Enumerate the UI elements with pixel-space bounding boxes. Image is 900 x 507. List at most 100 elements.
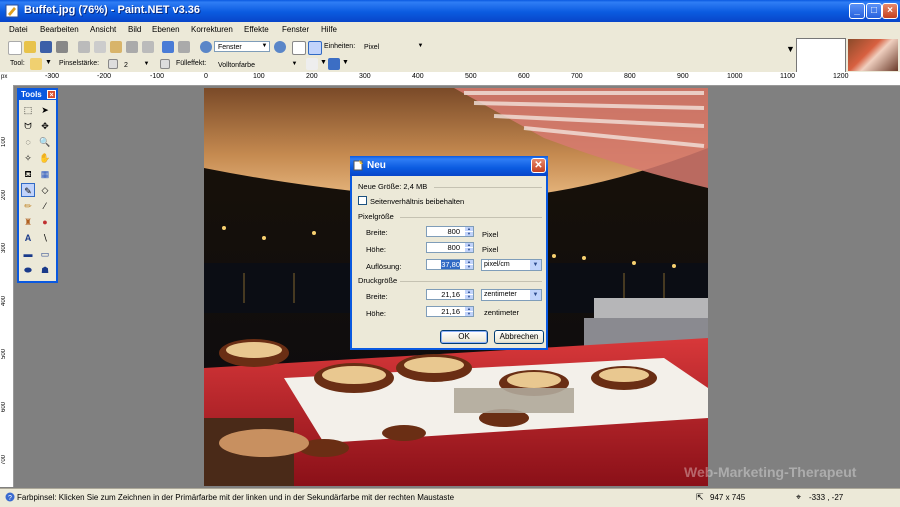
eraser-icon[interactable]: ◇ — [38, 183, 52, 197]
width-input[interactable]: 800 ▲ ▼ — [426, 226, 474, 237]
spin-down-icon[interactable]: ▼ — [465, 232, 473, 236]
brush-width-decrease-icon[interactable] — [108, 59, 118, 69]
pan-hand-icon[interactable]: ✋ — [38, 151, 52, 165]
ruler-label: 1100 — [780, 73, 796, 80]
rulers-icon[interactable] — [308, 41, 322, 55]
ruler-label: 300 — [359, 73, 371, 80]
tools-close-icon[interactable]: × — [47, 90, 56, 99]
image-size: 947 x 745 — [710, 493, 746, 502]
paintbrush-icon[interactable]: ✎ — [21, 183, 35, 197]
print-height-input[interactable]: 21,16 ▲ ▼ — [426, 306, 474, 317]
move-selection-icon[interactable]: ➤ — [38, 103, 52, 117]
chevron-down-icon: ▼ — [143, 61, 150, 67]
save-icon[interactable] — [40, 41, 52, 53]
text-tool-icon[interactable]: A — [21, 231, 35, 245]
dialog-title-bar: Neu ✕ — [350, 156, 548, 176]
clone-stamp-icon[interactable]: ♜ — [21, 215, 35, 229]
chevron-down-icon[interactable]: ▼ — [320, 59, 327, 66]
resolution-value: 37,80 — [441, 260, 460, 269]
menu-bild[interactable]: Bild — [128, 25, 141, 34]
ruler-label: 0 — [204, 73, 208, 80]
ellipse-select-icon[interactable]: ◌ — [21, 135, 35, 149]
ellipse-icon[interactable]: ⬬ — [21, 263, 35, 277]
crop-icon[interactable] — [126, 41, 138, 53]
brush-width-increase-icon[interactable] — [160, 59, 170, 69]
cancel-button[interactable]: Abbrechen — [494, 330, 544, 344]
maximize-button[interactable]: □ — [866, 3, 882, 19]
close-window-button[interactable]: × — [882, 3, 898, 19]
open-folder-icon[interactable] — [24, 41, 36, 53]
menu-fenster[interactable]: Fenster — [282, 25, 309, 34]
menu-bearbeiten[interactable]: Bearbeiten — [40, 25, 79, 34]
zoom-mode-select[interactable]: Fenster ▼ — [214, 41, 270, 52]
pin-icon[interactable]: ▼ — [786, 44, 795, 54]
resolution-unit-select[interactable]: pixel/cm ▼ — [481, 259, 542, 271]
color-picker-icon[interactable]: ⁄ — [38, 199, 52, 213]
cut-icon[interactable] — [78, 41, 90, 53]
ok-button[interactable]: OK — [440, 330, 488, 344]
cursor-position: -333 , -27 — [809, 493, 844, 502]
fill-select[interactable]: Vollton­farbe ▼ — [214, 59, 300, 70]
rectangle-select-icon[interactable]: ⬚ — [21, 103, 35, 117]
print-unit-select[interactable]: zentimeter ▼ — [481, 289, 542, 301]
freeform-shape-icon[interactable]: ☗ — [38, 263, 52, 277]
height-input[interactable]: 800 ▲ ▼ — [426, 242, 474, 253]
keep-ratio-checkbox[interactable] — [358, 196, 367, 205]
ruler-label: 600 — [1, 402, 7, 413]
tools-window-header: Tools × — [19, 90, 56, 100]
spin-down-icon[interactable]: ▼ — [465, 248, 473, 252]
magic-wand-icon[interactable]: ✧ — [21, 151, 35, 165]
zoom-in-icon[interactable] — [274, 41, 286, 53]
chevron-down-icon[interactable]: ▼ — [45, 59, 52, 66]
chevron-down-icon: ▼ — [530, 290, 541, 300]
menu-datei[interactable]: Datei — [9, 25, 28, 34]
recolor-icon[interactable]: ● — [38, 215, 52, 229]
paint-bucket-icon[interactable]: ⛾ — [21, 167, 35, 181]
resolution-input[interactable]: 37,80 ▲ ▼ — [426, 259, 474, 270]
gradient-icon[interactable]: ▦ — [38, 167, 52, 181]
watermark: Web-Marketing-Therapeut — [684, 464, 857, 480]
grid-icon[interactable] — [292, 41, 306, 55]
zoom-tool-icon[interactable]: 🔍 — [38, 135, 52, 149]
tools-window: Tools × ⬚ ➤ ᗢ ✥ ◌ 🔍 ✧ ✋ ⛾ ▦ ✎ ◇ ✏ ⁄ ♜ ● … — [17, 88, 58, 283]
dialog-close-icon[interactable]: ✕ — [531, 158, 546, 173]
copy-icon[interactable] — [94, 41, 106, 53]
menu-effekte[interactable]: Effekte — [244, 25, 269, 34]
paintbrush-tool-icon[interactable] — [30, 58, 42, 70]
blend-mode-icon[interactable] — [328, 58, 340, 70]
zoom-icon[interactable] — [200, 41, 212, 53]
image-thumbnail-new[interactable] — [796, 38, 846, 73]
main-toolbar: Fenster ▼ Einheiten: Pixel ▼ — [0, 38, 790, 56]
lasso-select-icon[interactable]: ᗢ — [21, 119, 35, 133]
tool-options-toolbar: Tool: ▼ Pinselstärke: 2 ▼ Fülleffekt: Vo… — [0, 56, 790, 72]
chevron-down-icon[interactable]: ▼ — [342, 59, 349, 66]
image-thumbnail-buffet[interactable] — [848, 39, 898, 71]
ruler-label: -200 — [97, 73, 112, 80]
new-document-icon — [353, 160, 363, 171]
menu-ansicht[interactable]: Ansicht — [90, 25, 116, 34]
pencil-icon[interactable]: ✏ — [21, 199, 35, 213]
units-select[interactable]: Pixel ▼ — [360, 41, 426, 52]
menu-ebenen[interactable]: Ebenen — [152, 25, 180, 34]
print-width-input[interactable]: 21,16 ▲ ▼ — [426, 289, 474, 300]
brush-width-select[interactable]: 2 ▼ — [120, 59, 152, 70]
paste-icon[interactable] — [110, 41, 122, 53]
move-selected-icon[interactable]: ✥ — [38, 119, 52, 133]
redo-icon[interactable] — [178, 41, 190, 53]
spin-down-icon[interactable]: ▼ — [465, 312, 473, 316]
minimize-button[interactable]: _ — [849, 3, 865, 19]
undo-icon[interactable] — [162, 41, 174, 53]
spin-down-icon[interactable]: ▼ — [465, 265, 473, 269]
rounded-rectangle-icon[interactable]: ▭ — [38, 247, 52, 261]
rectangle-icon[interactable]: ▬ — [21, 247, 35, 261]
new-file-icon[interactable] — [8, 41, 22, 55]
menu-korrekturen[interactable]: Korrekturen — [191, 25, 233, 34]
chevron-down-icon: ▼ — [530, 260, 541, 270]
print-icon[interactable] — [56, 41, 68, 53]
ruler-label: 800 — [624, 73, 636, 80]
line-curve-icon[interactable]: ∖ — [38, 231, 52, 245]
spin-down-icon[interactable]: ▼ — [465, 295, 473, 299]
menu-hilfe[interactable]: Hilfe — [321, 25, 337, 34]
antialiasing-icon[interactable] — [306, 58, 318, 70]
deselect-icon[interactable] — [142, 41, 154, 53]
